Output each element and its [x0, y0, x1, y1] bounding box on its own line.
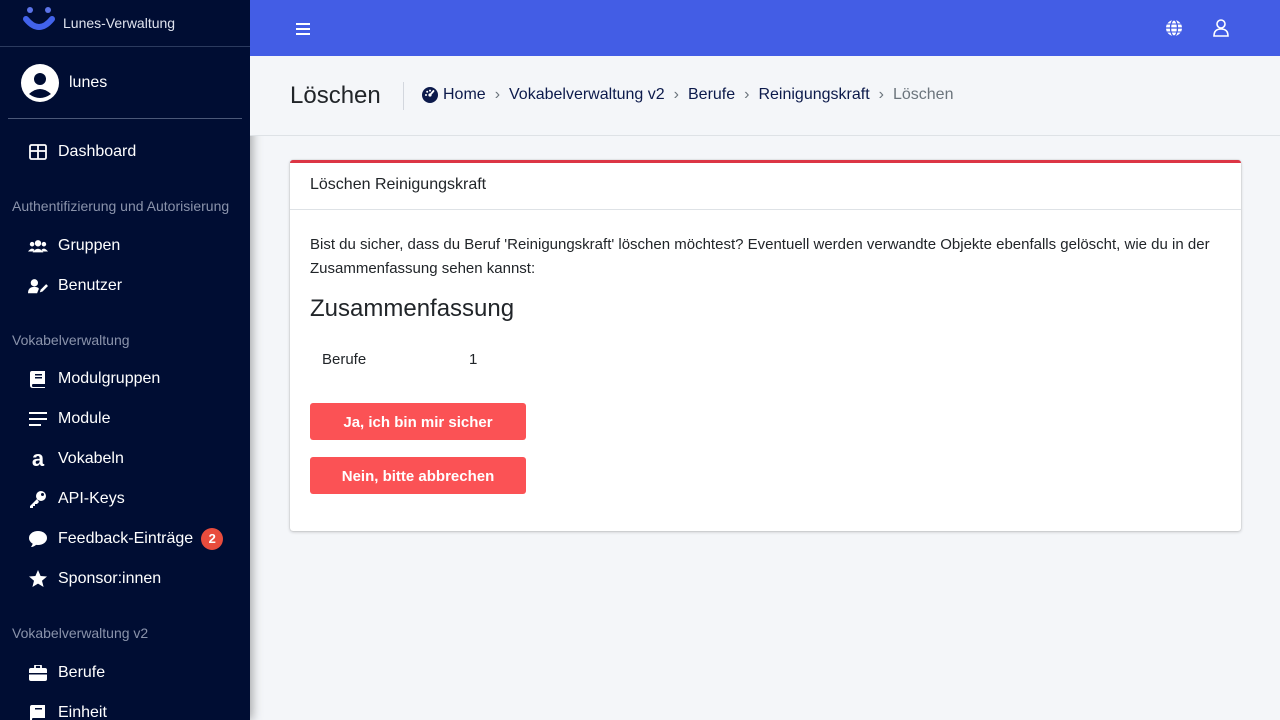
sidebar-item-users[interactable]: Benutzer: [28, 272, 122, 300]
user-panel[interactable]: lunes: [8, 47, 242, 119]
avatar-icon: [21, 63, 59, 102]
user-icon[interactable]: [1213, 19, 1229, 42]
sidebar-item-unit[interactable]: Einheit: [28, 699, 107, 720]
sidebar-item-label: Benutzer: [58, 277, 123, 294]
nav-header-vocab: Vokabelverwaltung: [12, 332, 130, 348]
sidebar-item-sponsors[interactable]: Sponsor:innen: [28, 565, 161, 593]
sidebar-item-label: Modulgruppen: [58, 370, 161, 387]
brand-link[interactable]: Lunes-Verwaltung: [0, 0, 250, 47]
feedback-count-badge: 2: [201, 528, 224, 550]
sidebar-item-label: API-Keys: [58, 490, 125, 507]
sidebar-item-feedback[interactable]: Feedback-Einträge 2: [28, 525, 224, 553]
sidebar-item-dashboard[interactable]: Dashboard: [28, 138, 136, 166]
table-icon: [28, 142, 48, 162]
brand-text: Lunes-Verwaltung: [63, 15, 176, 31]
globe-icon[interactable]: [1165, 19, 1183, 42]
lunes-logo-icon: [23, 7, 55, 30]
sidebar-item-label: Einheit: [58, 704, 107, 720]
sidebar-item-module-groups[interactable]: Modulgruppen: [28, 365, 160, 393]
sidebar-item-label: Berufe: [58, 664, 106, 681]
breadcrumb-professions[interactable]: Berufe: [688, 86, 735, 104]
dashboard-gauge-icon: [422, 87, 438, 103]
page-title: Löschen: [290, 82, 404, 110]
sidebar-item-vocabulary[interactable]: a Vokabeln: [28, 445, 124, 473]
cancel-button[interactable]: Nein, bitte abbrechen: [310, 457, 526, 494]
sidebar-item-label: Dashboard: [58, 143, 137, 160]
breadcrumb-cleaner[interactable]: Reinigungskraft: [758, 86, 869, 104]
user-edit-icon: [28, 276, 48, 296]
hamburger-icon[interactable]: [296, 18, 310, 41]
user-name: lunes: [69, 73, 108, 91]
card-title: Löschen Reinigungskraft: [290, 163, 1241, 210]
summary-label: Berufe: [322, 351, 367, 368]
sidebar-item-label: Sponsor:innen: [58, 570, 162, 587]
breadcrumb-separator: ›: [673, 86, 679, 103]
summary-count: 1: [469, 351, 478, 368]
sidebar-item-label: Gruppen: [58, 237, 121, 254]
summary-title: Zusammenfassung: [310, 295, 515, 322]
confirm-delete-button[interactable]: Ja, ich bin mir sicher: [310, 403, 526, 440]
briefcase-icon: [28, 663, 48, 683]
breadcrumb-home[interactable]: Home: [443, 86, 486, 104]
delete-confirmation-card: Löschen Reinigungskraft Bist du sicher, …: [290, 160, 1241, 531]
nav-header-auth: Authentifizierung und Autorisierung: [12, 198, 230, 214]
summary-row: Berufe 1: [322, 351, 477, 368]
breadcrumb-separator: ›: [744, 86, 750, 103]
sidebar-item-api-keys[interactable]: API-Keys: [28, 485, 125, 513]
list-icon: [28, 409, 48, 429]
content-header: Löschen Home › Vokabelverwaltung v2 › Be…: [250, 56, 1280, 136]
sidebar-item-label: Vokabeln: [58, 450, 124, 467]
nav-header-vocab-v2: Vokabelverwaltung v2: [12, 625, 149, 641]
users-icon: [28, 236, 48, 256]
breadcrumb-current: Löschen: [892, 86, 954, 103]
comment-icon: [28, 529, 48, 549]
book-icon: [28, 703, 48, 720]
delete-warning-text: Bist du sicher, dass du Beruf 'Reinigung…: [310, 236, 1210, 277]
breadcrumb-separator: ›: [494, 86, 501, 103]
book-icon: [28, 369, 48, 389]
star-icon: [28, 569, 48, 589]
top-navbar: [250, 0, 1280, 56]
key-icon: [28, 489, 48, 509]
breadcrumb-separator: ›: [878, 86, 884, 103]
sidebar-item-label: Feedback-Einträge: [58, 530, 194, 547]
breadcrumb-vocab-v2[interactable]: Vokabelverwaltung v2: [509, 86, 665, 104]
letter-a-icon: a: [31, 446, 45, 471]
sidebar-item-professions[interactable]: Berufe: [28, 659, 105, 687]
sidebar-item-label: Module: [58, 410, 111, 427]
breadcrumb: Home › Vokabelverwaltung v2 › Berufe › R…: [422, 86, 953, 104]
sidebar-item-modules[interactable]: Module: [28, 405, 110, 433]
sidebar: Lunes-Verwaltung lunes Dashboard Authent…: [0, 0, 250, 720]
sidebar-item-groups[interactable]: Gruppen: [28, 232, 120, 260]
